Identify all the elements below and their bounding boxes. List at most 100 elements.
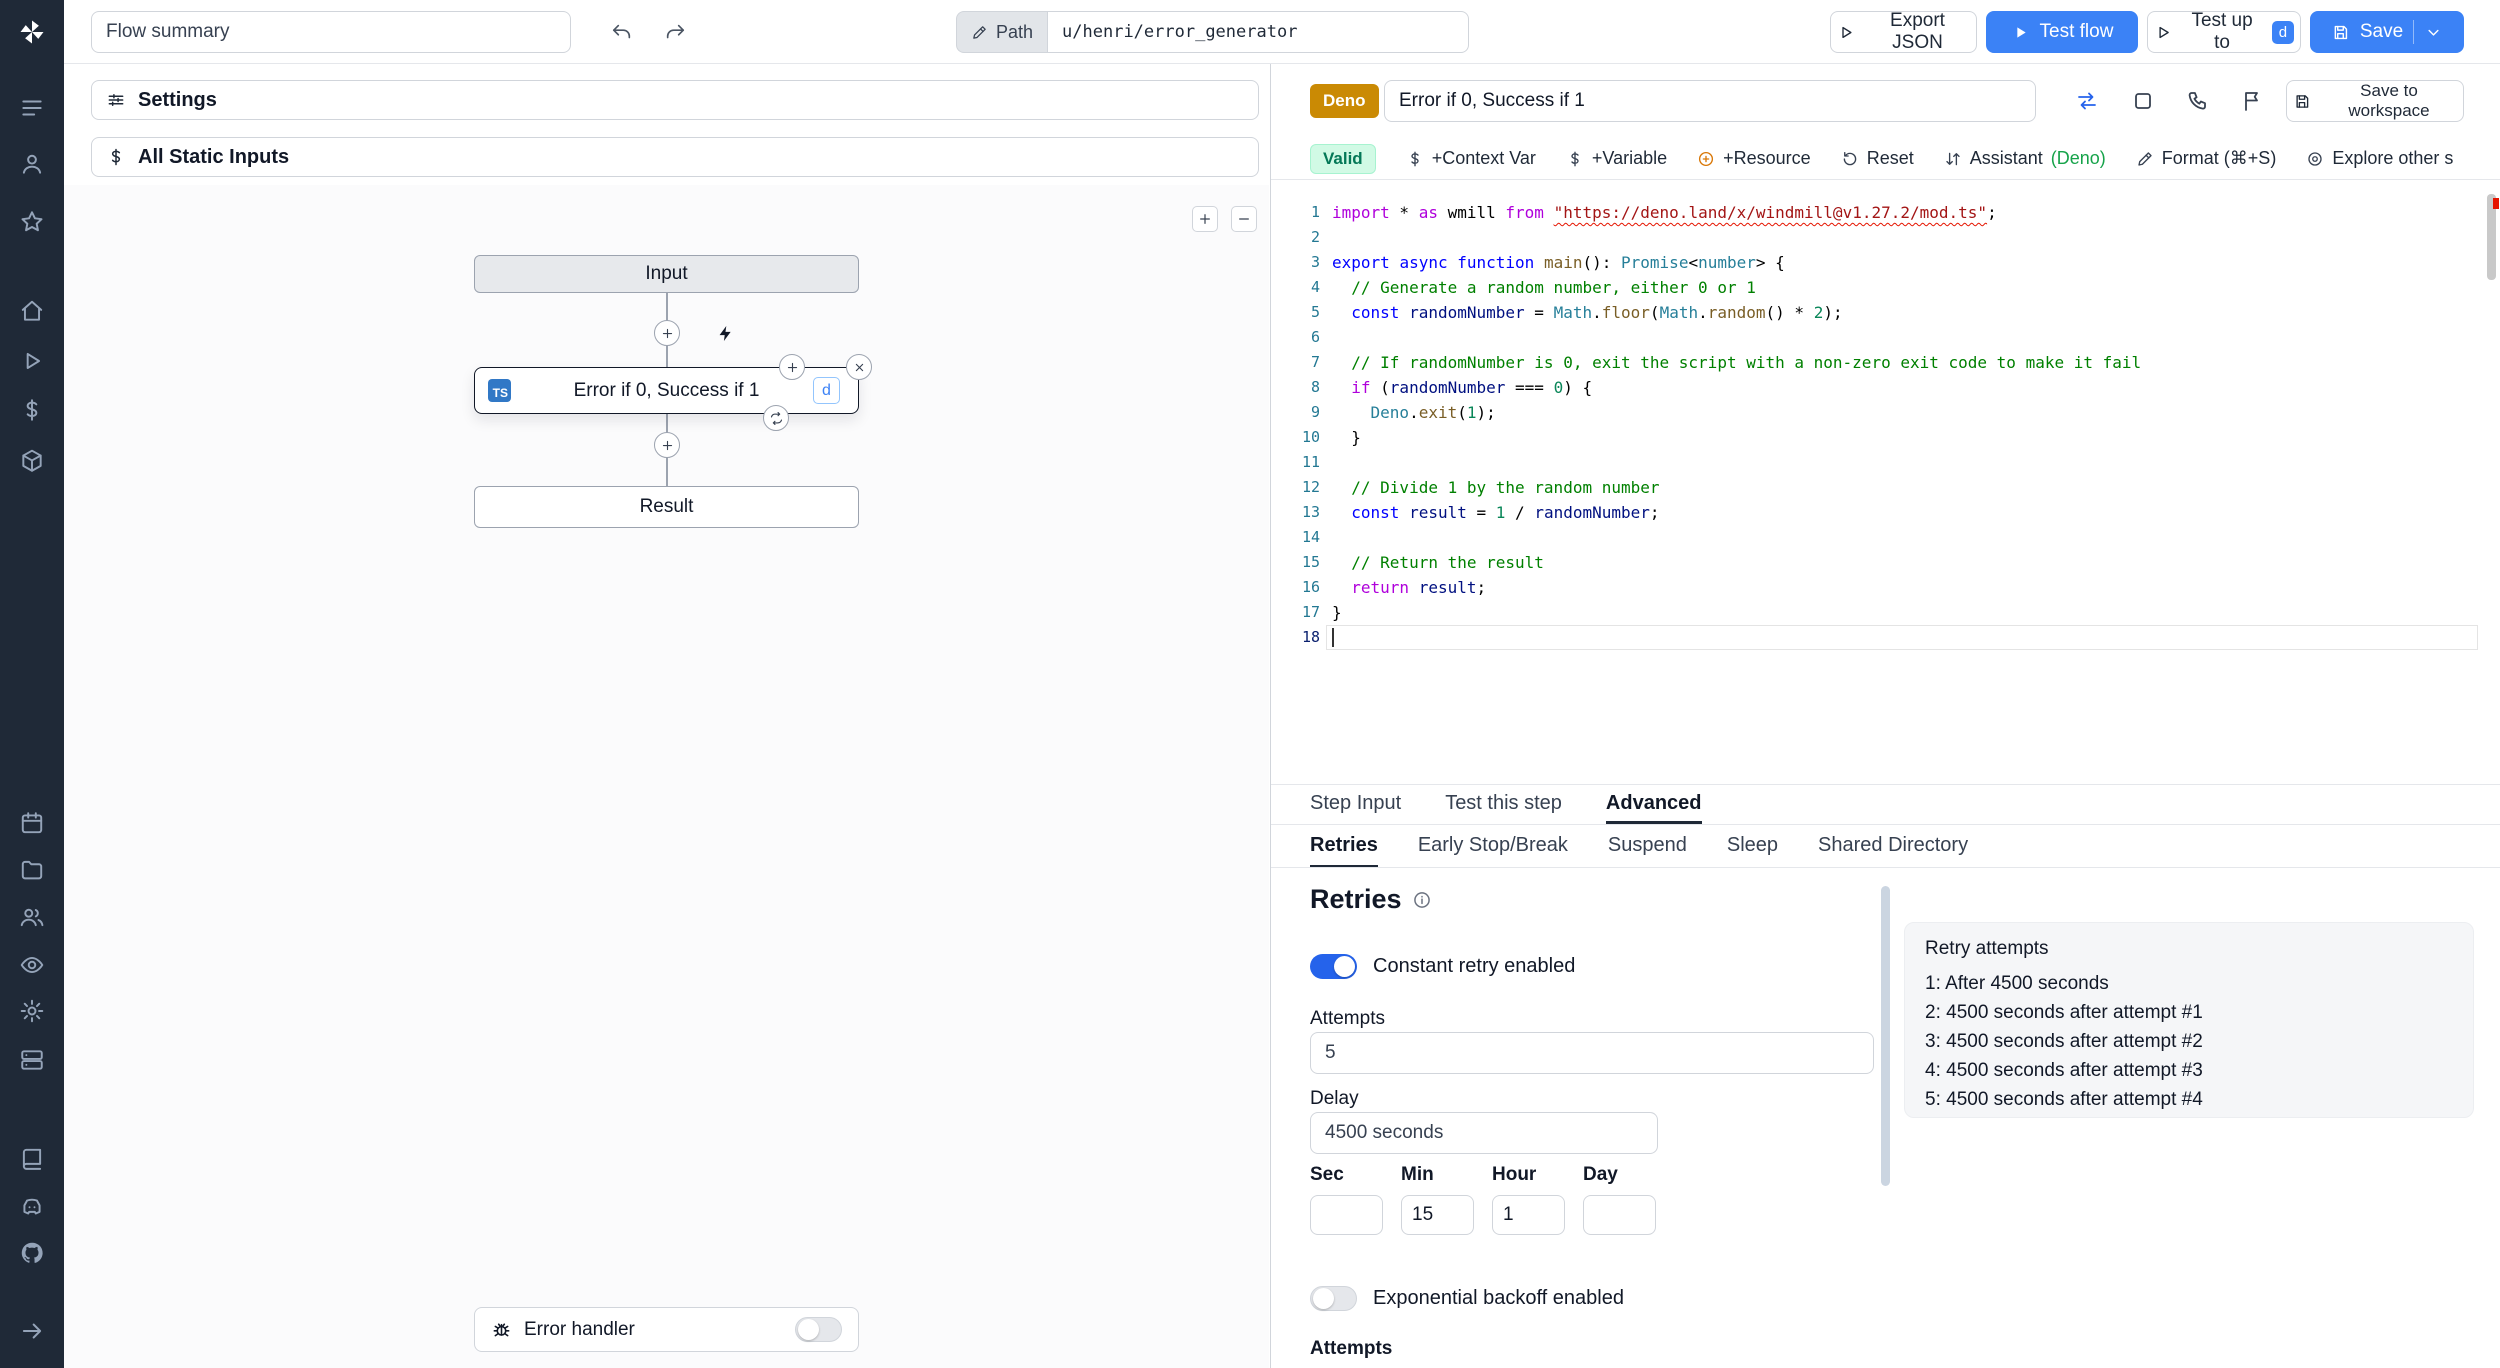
code-editor[interactable]: 1 import * as wmill from "https://deno.la… — [1271, 180, 2500, 784]
save-button[interactable]: Save — [2310, 11, 2464, 53]
subtab-sleep[interactable]: Sleep — [1727, 825, 1778, 867]
sidebar-item-gear[interactable] — [0, 991, 64, 1031]
panel-scrollbar[interactable] — [1881, 886, 1890, 1186]
exponential-backoff-toggle[interactable] — [1310, 1286, 1357, 1311]
delay-input[interactable] — [1310, 1112, 1658, 1154]
zoom-out-button[interactable] — [1231, 206, 1257, 232]
add-variable-button[interactable]: +Variable — [1566, 148, 1667, 169]
zoom-in-button[interactable] — [1192, 206, 1218, 232]
code-line-3[interactable]: 3 export async function main(): Promise<n… — [1271, 250, 2500, 275]
tab-test-this-step[interactable]: Test this step — [1445, 785, 1562, 824]
export-json-button[interactable]: Export JSON — [1830, 10, 1977, 53]
sidebar-item-folder[interactable] — [0, 850, 64, 890]
flow-summary-input[interactable] — [91, 11, 571, 53]
code-line-5[interactable]: 5 const randomNumber = Math.floor(Math.r… — [1271, 300, 2500, 325]
sidebar-item-star[interactable] — [0, 202, 64, 242]
assistant-button[interactable]: Assistant (Deno) — [1944, 148, 2106, 169]
code-line-18[interactable]: 18 — [1271, 625, 2500, 650]
sidebar-item-home[interactable] — [0, 291, 64, 331]
swap-arrows-button[interactable] — [2072, 86, 2102, 116]
hour-input[interactable] — [1492, 1195, 1565, 1235]
sidebar-item-discord[interactable] — [0, 1187, 64, 1227]
trigger-button[interactable] — [710, 320, 740, 346]
undo-button[interactable] — [603, 13, 641, 51]
attempts-input[interactable] — [1310, 1032, 1874, 1074]
square-button[interactable] — [2128, 86, 2158, 116]
test-flow-button[interactable]: Test flow — [1986, 11, 2138, 53]
code-line-11[interactable]: 11 — [1271, 450, 2500, 475]
step-name-input[interactable] — [1384, 80, 2036, 122]
path-chip[interactable]: Path — [956, 11, 1048, 53]
sidebar-item-calendar[interactable] — [0, 803, 64, 843]
step-tabs: Step Input Test this step Advanced — [1271, 784, 2500, 825]
insert-step-button[interactable] — [654, 320, 680, 346]
subtab-shared-directory[interactable]: Shared Directory — [1818, 825, 1968, 867]
add-branch-button[interactable] — [779, 354, 805, 380]
redo-button[interactable] — [656, 13, 694, 51]
sidebar-item-list[interactable] — [0, 88, 64, 128]
sidebar-item-book[interactable] — [0, 1139, 64, 1179]
code-line-16[interactable]: 16 return result; — [1271, 575, 2500, 600]
insert-step-button[interactable] — [654, 432, 680, 458]
flow-settings-bar[interactable]: Settings — [91, 80, 1259, 120]
sliders-icon — [106, 90, 126, 110]
path-input[interactable] — [1047, 11, 1470, 53]
code-line-2[interactable]: 2 — [1271, 225, 2500, 250]
code-line-8[interactable]: 8 if (randomNumber === 0) { — [1271, 375, 2500, 400]
code-line-17[interactable]: 17} — [1271, 600, 2500, 625]
tab-advanced[interactable]: Advanced — [1605, 785, 1702, 824]
sidebar-item-users[interactable] — [0, 897, 64, 937]
code-line-13[interactable]: 13 const result = 1 / randomNumber; — [1271, 500, 2500, 525]
code-line-6[interactable]: 6 — [1271, 325, 2500, 350]
sidebar-item-play[interactable] — [0, 341, 64, 381]
error-handler-toggle[interactable] — [795, 1317, 842, 1342]
add-resource-button[interactable]: +Resource — [1697, 148, 1811, 169]
code-line-10[interactable]: 10 } — [1271, 425, 2500, 450]
loop-step-button[interactable] — [763, 405, 789, 431]
sidebar-item-user[interactable] — [0, 144, 64, 184]
reset-button[interactable]: Reset — [1841, 148, 1914, 169]
sec-input[interactable] — [1310, 1195, 1383, 1235]
sidebar-item-server[interactable] — [0, 1040, 64, 1080]
day-input[interactable] — [1583, 1195, 1656, 1235]
code-line-12[interactable]: 12 // Divide 1 by the random number — [1271, 475, 2500, 500]
sidebar-item-dollar[interactable] — [0, 390, 64, 430]
test-up-to-button[interactable]: Test up to d — [2147, 10, 2301, 53]
flow-node-input[interactable]: Input — [474, 255, 859, 293]
sidebar-item-cube[interactable] — [0, 441, 64, 481]
add-context-var-button[interactable]: +Context Var — [1406, 148, 1536, 169]
sidebar-item-github[interactable] — [0, 1233, 64, 1273]
line-number: 15 — [1301, 553, 1320, 571]
code-line-7[interactable]: 7 // If randomNumber is 0, exit the scri… — [1271, 350, 2500, 375]
code-line-4[interactable]: 4 // Generate a random number, either 0 … — [1271, 275, 2500, 300]
windmill-logo[interactable] — [0, 12, 64, 52]
subtab-early-stop-break[interactable]: Early Stop/Break — [1418, 825, 1568, 867]
subtab-suspend[interactable]: Suspend — [1608, 825, 1687, 867]
code-line-15[interactable]: 15 // Return the result — [1271, 550, 2500, 575]
min-input[interactable] — [1401, 1195, 1474, 1235]
code-line-1[interactable]: 1 import * as wmill from "https://deno.la… — [1271, 200, 2500, 225]
save-to-workspace-button[interactable]: Save to workspace — [2286, 80, 2464, 122]
format-button[interactable]: Format (⌘+S) — [2136, 148, 2276, 169]
export-json-label: Export JSON — [1890, 10, 1945, 53]
constant-retry-toggle[interactable] — [1310, 954, 1357, 979]
all-static-inputs-bar[interactable]: All Static Inputs — [91, 137, 1259, 177]
sidebar-item-eye[interactable] — [0, 945, 64, 985]
retry-card-title: Retry attempts — [1925, 938, 2049, 959]
error-handler-node[interactable]: Error handler — [474, 1307, 859, 1352]
step-shortcut-badge[interactable]: d — [813, 377, 840, 404]
advanced-subtabs: Retries Early Stop/Break Suspend Sleep Share… — [1271, 825, 2500, 868]
info-icon[interactable] — [1412, 890, 1432, 910]
flag-button[interactable] — [2237, 86, 2267, 116]
flow-node-result[interactable]: Result — [474, 486, 859, 528]
phone-button[interactable] — [2183, 86, 2213, 116]
chevron-down-icon[interactable] — [2424, 23, 2443, 42]
sidebar-item-arrow-right[interactable] — [0, 1311, 64, 1351]
tab-step-input[interactable]: Step Input — [1310, 785, 1401, 824]
subtab-retries[interactable]: Retries — [1310, 825, 1378, 867]
delete-step-button[interactable] — [846, 354, 872, 380]
plus-icon — [1197, 211, 1213, 227]
code-line-14[interactable]: 14 — [1271, 525, 2500, 550]
explore-scripts-button[interactable]: Explore other s — [2306, 148, 2453, 169]
code-line-9[interactable]: 9 Deno.exit(1); — [1271, 400, 2500, 425]
